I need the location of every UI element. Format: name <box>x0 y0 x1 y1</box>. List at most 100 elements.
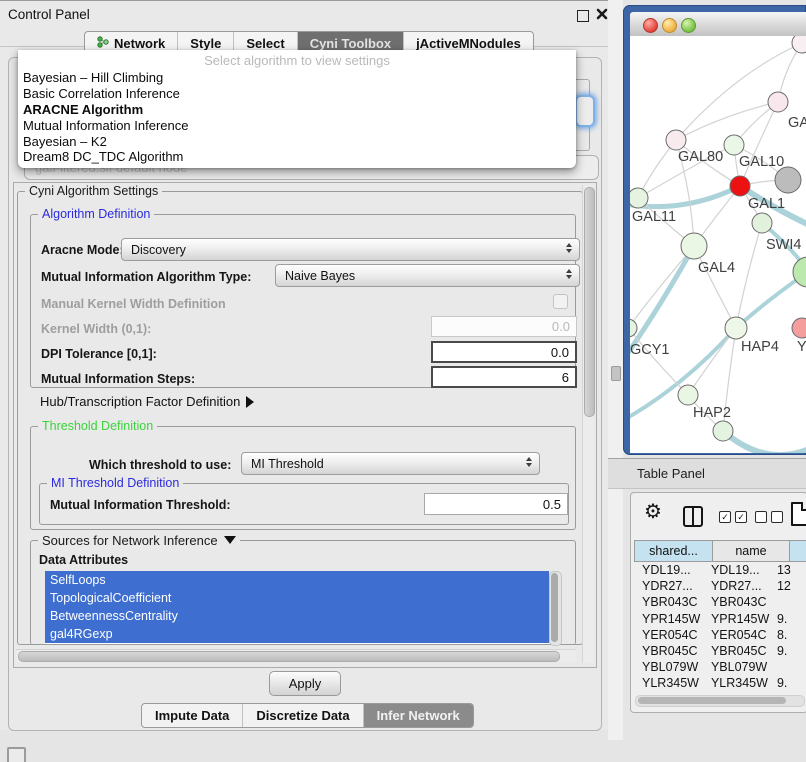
screen: Control Panel NetworkStyleSelectCyni Too… <box>0 0 806 762</box>
network-node-gal[interactable] <box>768 92 788 112</box>
network-view-window[interactable]: GALGAL80GAL10GAL1GAL11GAL4SWI4HAP4YGCY1H… <box>623 5 806 455</box>
column-header[interactable]: shared... <box>634 540 713 562</box>
network-node[interactable] <box>713 421 733 441</box>
new-table-icon[interactable] <box>791 502 806 526</box>
network-node-y[interactable] <box>792 318 806 338</box>
settings-horizontal-scrollbar[interactable] <box>16 649 576 662</box>
mi-steps-label: Mutual Information Steps: <box>41 372 195 386</box>
table-row[interactable]: YBL079WYBL079W <box>634 659 806 675</box>
table-row[interactable]: YDL19...YDL19...13 <box>634 562 806 578</box>
mi-type-label: Mutual Information Algorithm Type: <box>41 270 251 284</box>
table-row[interactable]: YER054CYER054C8. <box>634 627 806 643</box>
table-cell: YLR345W <box>634 675 703 691</box>
table-row[interactable]: YBR043CYBR043C <box>634 594 806 610</box>
network-node-gal80[interactable] <box>666 130 686 150</box>
close-traffic-light-icon[interactable] <box>643 18 658 33</box>
attribute-list-item[interactable]: SelfLoops <box>45 571 549 589</box>
network-edge[interactable] <box>736 223 762 328</box>
mi-threshold-field[interactable]: 0.5 <box>424 493 568 515</box>
bottom-tab-infer-network[interactable]: Infer Network <box>364 704 473 727</box>
column-header[interactable]: A <box>789 540 806 562</box>
dpi-tolerance-field[interactable]: 0.0 <box>431 341 577 363</box>
panel-divider[interactable] <box>608 0 623 740</box>
algorithm-option[interactable]: ARACNE Algorithm <box>18 102 576 118</box>
network-node-gal1[interactable] <box>730 176 750 196</box>
apply-button[interactable]: Apply <box>269 671 341 696</box>
focused-button-fragment[interactable] <box>575 95 595 127</box>
table-panel-title: Table Panel <box>637 466 705 481</box>
minimize-traffic-light-icon[interactable] <box>662 18 677 33</box>
table-row[interactable]: YLR345WYLR345W9. <box>634 675 806 691</box>
network-window-titlebar[interactable] <box>630 12 806 37</box>
table-cell: YBL079W <box>703 659 771 675</box>
algorithm-option[interactable]: Bayesian – K2 <box>18 134 576 150</box>
divider-collapse-handle[interactable] <box>611 366 621 381</box>
tab-label: Network <box>114 36 165 51</box>
table-row[interactable]: YBR045CYBR045C9. <box>634 643 806 659</box>
network-node-hap2[interactable] <box>678 385 698 405</box>
which-threshold-select[interactable]: MI Threshold <box>241 452 540 475</box>
column-header[interactable]: name <box>712 540 790 562</box>
mi-threshold-group: MI Threshold Definition Mutual Informati… <box>39 483 569 525</box>
checked-box-icon: ✓ <box>735 511 747 523</box>
network-edge[interactable] <box>694 246 736 328</box>
attribute-list-item[interactable]: BetweennessCentrality <box>45 607 549 625</box>
network-node[interactable] <box>752 213 772 233</box>
mi-type-select[interactable]: Naive Bayes <box>275 264 580 287</box>
bottom-tabs: Impute DataDiscretize DataInfer Network <box>141 703 474 728</box>
network-node-gal4[interactable] <box>681 233 707 259</box>
hub-tf-definition-toggle[interactable]: Hub/Transcription Factor Definition <box>40 394 254 409</box>
network-edge[interactable] <box>723 431 806 453</box>
mi-type-value: Naive Bayes <box>285 269 355 283</box>
table-row[interactable]: YPR145WYPR145W9. <box>634 611 806 627</box>
unchecked-box-icon <box>755 511 767 523</box>
kernel-width-field[interactable]: 0.0 <box>431 316 577 337</box>
algorithm-option[interactable]: Dream8 DC_TDC Algorithm <box>18 149 576 165</box>
network-node-hap4[interactable] <box>725 317 747 339</box>
algorithm-option[interactable]: Bayesian – Hill Climbing <box>18 70 576 86</box>
combo-arrows-icon <box>566 269 572 279</box>
tab-label: Select <box>246 36 284 51</box>
table-cell: YDR27... <box>634 578 703 594</box>
mi-threshold-label: Mutual Information Threshold: <box>50 498 231 512</box>
bottom-tab-impute-data[interactable]: Impute Data <box>142 704 243 727</box>
table-cell: 8. <box>771 627 806 643</box>
mi-steps-field[interactable]: 6 <box>431 366 577 388</box>
attribute-list-item[interactable]: gal4RGexp <box>45 625 549 643</box>
network-edge[interactable] <box>740 102 778 186</box>
columns-icon[interactable] <box>683 506 703 527</box>
table-cell: YLR345W <box>703 675 771 691</box>
sources-title[interactable]: Sources for Network Inference <box>38 533 240 548</box>
gear-icon[interactable]: ⚙ <box>644 502 662 522</box>
network-node-gal11[interactable] <box>630 188 648 208</box>
collapsed-panel-icon[interactable] <box>7 747 26 762</box>
network-node[interactable] <box>792 36 806 53</box>
network-edge[interactable] <box>688 328 736 395</box>
table-row[interactable]: YDR27...YDR27...12 <box>634 578 806 594</box>
threshold-definition-group: Threshold Definition Which threshold to … <box>30 426 576 530</box>
network-edge[interactable] <box>676 44 800 140</box>
algorithm-option[interactable]: Basic Correlation Inference <box>18 86 576 102</box>
attribute-list-item[interactable]: TopologicalCoefficient <box>45 589 549 607</box>
bottom-tab-discretize-data[interactable]: Discretize Data <box>243 704 363 727</box>
aracne-mode-select[interactable]: Discovery <box>121 238 580 261</box>
show-columns-icon[interactable]: ✓ ✓ <box>719 511 747 523</box>
network-node-gcy1[interactable] <box>630 319 637 337</box>
data-attributes-list[interactable]: SelfLoopsTopologicalCoefficientBetweenne… <box>45 571 549 644</box>
table-cell <box>771 594 806 610</box>
network-node-gal10[interactable] <box>724 135 744 155</box>
settings-vertical-scrollbar[interactable] <box>582 185 594 663</box>
algorithm-dropdown-popup: Select algorithm to view settings Bayesi… <box>18 50 576 168</box>
table-cell: YPR145W <box>634 611 703 627</box>
table-cell: YER054C <box>703 627 771 643</box>
algorithm-option[interactable]: Mutual Information Inference <box>18 118 576 134</box>
manual-kernel-checkbox[interactable] <box>553 294 568 309</box>
float-icon[interactable] <box>577 10 589 22</box>
network-node[interactable] <box>775 167 801 193</box>
table-horizontal-scrollbar[interactable] <box>635 695 805 707</box>
network-canvas[interactable]: GALGAL80GAL10GAL1GAL11GAL4SWI4HAP4YGCY1H… <box>630 36 806 453</box>
attributes-list-scrollbar[interactable] <box>549 571 562 646</box>
close-icon[interactable] <box>595 7 609 21</box>
hide-columns-icon[interactable] <box>755 511 783 523</box>
zoom-traffic-light-icon[interactable] <box>681 18 696 33</box>
